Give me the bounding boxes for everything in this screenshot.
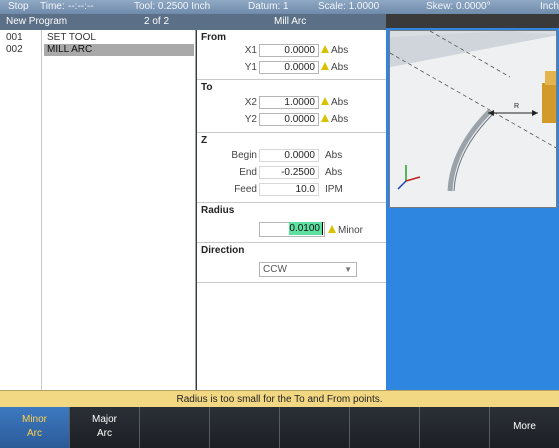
warning-icon	[321, 97, 329, 105]
y1-label: Y1	[244, 62, 257, 73]
tool-readout: Tool: 0.2500 Inch	[134, 1, 211, 12]
direction-select[interactable]: CCW ▼	[259, 262, 357, 277]
warning-icon	[321, 45, 329, 53]
program-name: New Program	[6, 16, 68, 27]
datum-readout: Datum: 1	[248, 1, 289, 12]
line-number: 001	[6, 32, 23, 43]
y2-label: Y2	[244, 114, 257, 125]
more-softkey[interactable]: More	[490, 407, 559, 448]
radius-title: Radius	[201, 205, 235, 216]
feed-field[interactable]: 10.0	[259, 183, 319, 196]
x1-row: X1 0.0000 Abs	[197, 44, 386, 57]
workpiece-illustration: R	[390, 31, 556, 207]
end-unit: Abs	[325, 167, 343, 178]
program-row-selected[interactable]: 002 MILL ARC	[0, 44, 196, 56]
begin-unit: Abs	[325, 150, 343, 161]
step-indicator: 2 of 2	[144, 16, 170, 27]
x1-label: X1	[244, 45, 257, 56]
begin-row: Begin 0.0000 Abs	[197, 149, 386, 162]
y1-unit[interactable]: Abs	[331, 62, 348, 73]
end-label: End	[239, 167, 257, 178]
title-bar: New Program 2 of 2 Mill Arc	[0, 14, 386, 30]
time-label: Time:	[40, 1, 65, 12]
arc-preview-graphic: R	[389, 30, 557, 208]
warning-icon	[321, 62, 329, 70]
radius-dimension-label: R	[514, 103, 519, 110]
error-message: Radius is too small for the To and From …	[0, 390, 559, 407]
softkey-label: More	[513, 421, 536, 432]
line-number: 002	[6, 44, 23, 55]
direction-title: Direction	[201, 245, 245, 256]
units-readout: Inch	[540, 1, 559, 12]
x2-unit[interactable]: Abs	[331, 97, 348, 108]
from-section: From X1 0.0000 Abs Y1 0.0000 Abs	[197, 30, 386, 80]
softkey-label: Arc	[27, 428, 42, 439]
z-title: Z	[201, 135, 208, 146]
x2-field[interactable]: 1.0000	[259, 96, 319, 109]
direction-row: CCW ▼	[197, 262, 386, 278]
begin-label: Begin	[231, 150, 257, 161]
softkey-blank[interactable]	[420, 407, 490, 448]
feed-unit: IPM	[325, 184, 343, 195]
program-row[interactable]: 001 SET TOOL	[0, 32, 196, 44]
x1-unit[interactable]: Abs	[331, 45, 348, 56]
radius-arc-type[interactable]: Minor	[338, 225, 363, 236]
softkey-blank[interactable]	[280, 407, 350, 448]
radius-row: 0.0100 Minor	[197, 222, 386, 238]
softkey-label: Major	[91, 414, 117, 425]
radius-field[interactable]: 0.0100	[289, 222, 323, 235]
warning-icon	[328, 225, 336, 233]
preview-panel: R	[386, 28, 559, 390]
from-title: From	[201, 32, 226, 43]
line-number-column	[0, 30, 42, 390]
direction-value: CCW	[263, 264, 287, 275]
softkey-blank[interactable]	[140, 407, 210, 448]
y2-field[interactable]: 0.0000	[259, 113, 319, 126]
begin-field[interactable]: 0.0000	[259, 149, 319, 162]
x1-field[interactable]: 0.0000	[259, 44, 319, 57]
operation-title: Mill Arc	[274, 16, 307, 27]
end-row: End -0.2500 Abs	[197, 166, 386, 179]
radius-section: Radius 0.0100 Minor	[197, 203, 386, 243]
to-title: To	[201, 82, 213, 93]
softkey-blank[interactable]	[210, 407, 280, 448]
x2-label: X2	[244, 97, 257, 108]
feed-label: Feed	[234, 184, 257, 195]
program-step-text: SET TOOL	[47, 32, 96, 43]
softkey-bar: Minor Arc Major Arc More	[0, 407, 559, 448]
y1-row: Y1 0.0000 Abs	[197, 61, 386, 74]
program-step-text: MILL ARC	[44, 44, 194, 56]
to-section: To X2 1.0000 Abs Y2 0.0000 Abs	[197, 80, 386, 133]
softkey-label: Arc	[97, 428, 112, 439]
softkey-label: Minor	[21, 414, 47, 425]
x2-row: X2 1.0000 Abs	[197, 96, 386, 109]
feed-row: Feed 10.0 IPM	[197, 183, 386, 196]
program-list: 001 SET TOOL 002 MILL ARC	[0, 30, 196, 390]
direction-section: Direction CCW ▼	[197, 243, 386, 283]
mill-arc-form: From X1 0.0000 Abs Y1 0.0000 Abs To X2 1…	[197, 30, 386, 390]
end-field[interactable]: -0.2500	[259, 166, 319, 179]
y1-field[interactable]: 0.0000	[259, 61, 319, 74]
status-bar: Stop Time: --:--:-- Tool: 0.2500 Inch Da…	[0, 0, 559, 14]
chevron-down-icon: ▼	[344, 265, 352, 274]
y2-unit[interactable]: Abs	[331, 114, 348, 125]
softkey-blank[interactable]	[350, 407, 420, 448]
z-section: Z Begin 0.0000 Abs End -0.2500 Abs Feed …	[197, 133, 386, 203]
time-value: --:--:--	[68, 1, 94, 12]
warning-icon	[321, 114, 329, 122]
y2-row: Y2 0.0000 Abs	[197, 113, 386, 126]
machine-mode: Stop	[8, 1, 29, 12]
scale-readout: Scale: 1.0000	[318, 1, 380, 12]
skew-readout: Skew: 0.0000°	[426, 1, 491, 12]
major-arc-softkey[interactable]: Major Arc	[70, 407, 140, 448]
minor-arc-softkey[interactable]: Minor Arc	[0, 407, 70, 448]
